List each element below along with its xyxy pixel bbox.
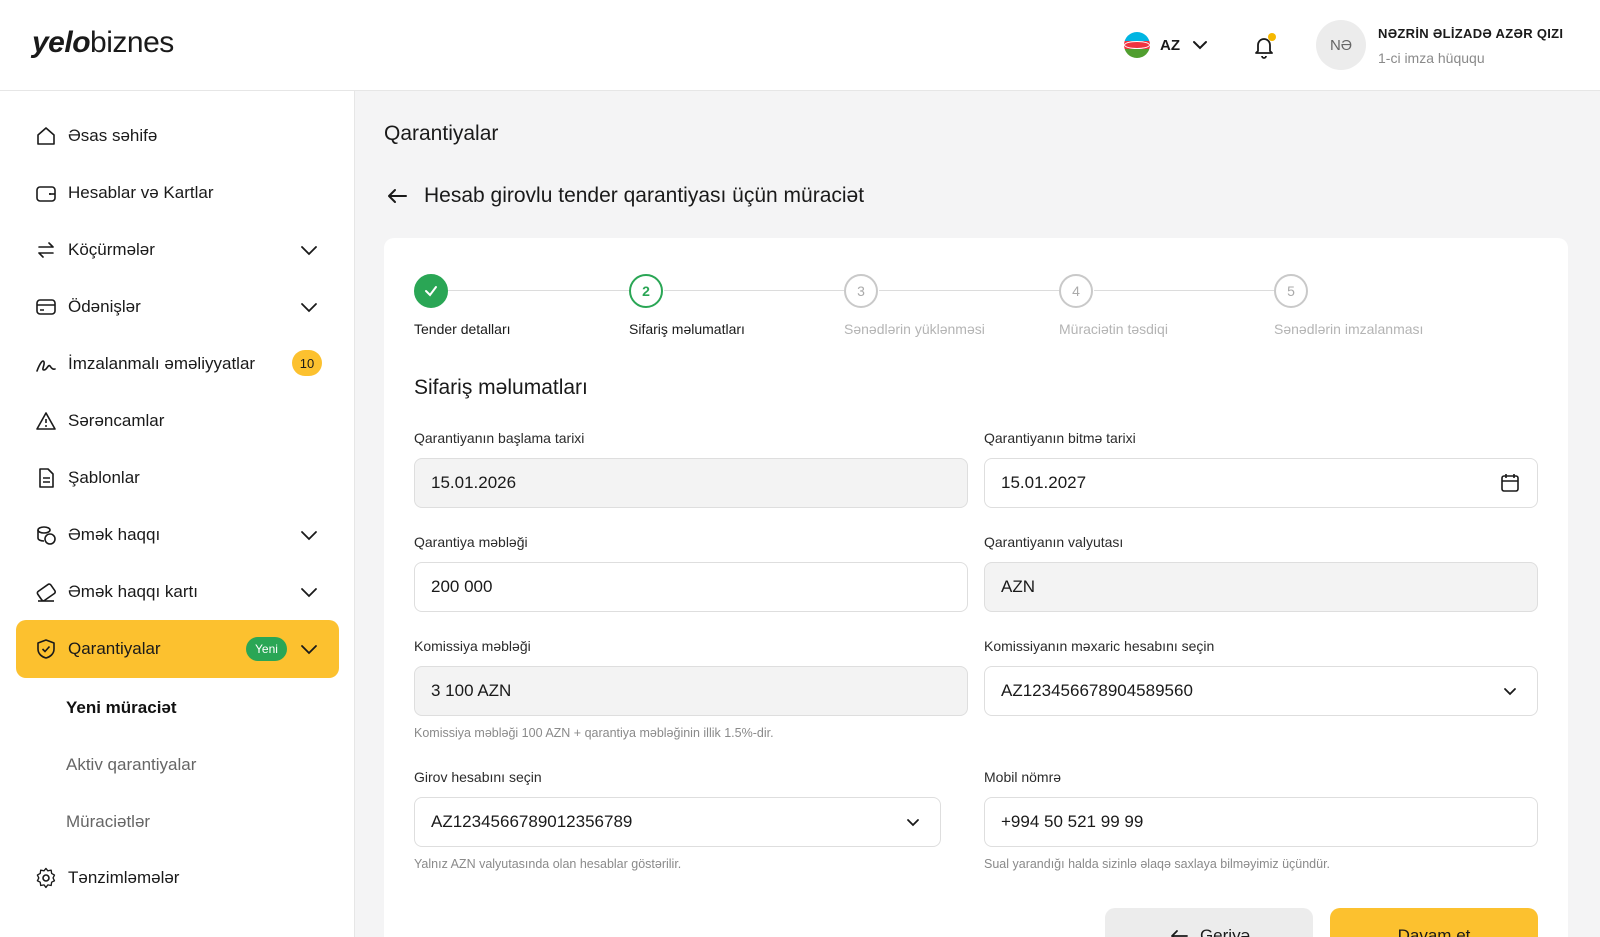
end-date-field[interactable]: 15.01.2027 xyxy=(984,458,1538,508)
chevron-down-icon xyxy=(907,819,919,827)
page-title: Qarantiyalar xyxy=(384,122,499,145)
step-4: 4 Müraciətin təsdiqi xyxy=(1059,274,1168,337)
sidebar-item-templates[interactable]: Şablonlar xyxy=(16,449,339,507)
commission-label: Komissiya məbləği xyxy=(414,638,531,654)
form-header: Hesab girovlu tender qarantiyası üçün mü… xyxy=(384,183,864,209)
application-form-card: Tender detalları 2 Sifariş məlumatları 3… xyxy=(384,238,1568,937)
pending-count-badge: 10 xyxy=(292,350,322,376)
chevron-down-icon xyxy=(301,645,317,655)
sidebar-item-settings[interactable]: Tənzimləmələr xyxy=(16,849,339,907)
currency-label: Qarantiyanın valyutası xyxy=(984,534,1124,550)
sidebar-subitem-new-application[interactable]: Yeni müraciət xyxy=(66,698,177,718)
chevron-down-icon xyxy=(301,303,317,313)
chevron-down-icon xyxy=(1193,41,1207,50)
home-icon xyxy=(34,124,58,148)
chevron-down-icon xyxy=(301,588,317,598)
sidebar-item-salary-card[interactable]: Əmək haqqı kartı xyxy=(16,563,339,621)
arrow-left-icon xyxy=(1171,930,1188,937)
sidebar-item-payments[interactable]: Ödənişlər xyxy=(16,278,339,336)
sidebar: Əsas səhifə Hesablar və Kartlar Köçürməl… xyxy=(0,91,355,937)
coins-icon xyxy=(34,523,58,547)
form-title: Hesab girovlu tender qarantiyası üçün mü… xyxy=(424,184,865,207)
step-3: 3 Sənədlərin yüklənməsi xyxy=(844,274,985,337)
avatar[interactable]: NƏ xyxy=(1316,20,1366,70)
signature-icon xyxy=(34,352,58,376)
pledge-account-select[interactable]: AZ123456678901235​6789 xyxy=(414,797,941,847)
pay-card-icon xyxy=(34,580,58,604)
pledge-account-hint: Yalnız AZN valyutasında olan hesablar gö… xyxy=(414,857,682,871)
gear-icon xyxy=(34,866,58,890)
warning-icon xyxy=(34,409,58,433)
wallet-icon xyxy=(34,181,58,205)
commission-account-select[interactable]: AZ123456678904589560 xyxy=(984,666,1538,716)
end-date-label: Qarantiyanın bitmə tarixi xyxy=(984,430,1136,446)
start-date-label: Qarantiyanın başlama tarixi xyxy=(414,430,585,446)
section-title: Sifariş məlumatları xyxy=(414,376,588,399)
new-badge: Yeni xyxy=(246,637,287,661)
start-date-field[interactable]: 15.01.2026 xyxy=(414,458,968,508)
step-connector xyxy=(879,290,1059,291)
pledge-account-label: Girov hesabını seçin xyxy=(414,769,542,785)
top-header: yelobiznes AZ NƏ NƏZRİN ƏLİZADƏ AZƏR QIZ… xyxy=(0,0,1600,91)
card-icon xyxy=(34,295,58,319)
currency-field: AZN xyxy=(984,562,1538,612)
sidebar-item-transfers[interactable]: Köçürmələr xyxy=(16,221,339,279)
continue-button[interactable]: Davam et xyxy=(1330,908,1538,937)
commission-hint: Komissiya məbləği 100 AZN + qarantiya mə… xyxy=(414,726,774,740)
mobile-hint: Sual yarandığı halda sizinlə əlaqə saxla… xyxy=(984,857,1331,871)
user-name: NƏZRİN ƏLİZADƏ AZƏR QIZI xyxy=(1378,26,1564,41)
chevron-down-icon xyxy=(301,246,317,256)
language-selector[interactable]: AZ xyxy=(1124,32,1210,58)
step-connector xyxy=(1094,290,1274,291)
step-2: 2 Sifariş məlumatları xyxy=(629,274,745,337)
step-connector xyxy=(448,290,630,291)
chevron-down-icon xyxy=(1504,688,1516,696)
step-connector xyxy=(664,290,844,291)
mobile-input[interactable]: +994 50 521 99 99 xyxy=(984,797,1538,847)
commission-field: 3 100 AZN xyxy=(414,666,968,716)
check-icon xyxy=(414,274,448,308)
notification-dot xyxy=(1268,33,1276,41)
sidebar-item-salary[interactable]: Əmək haqqı xyxy=(16,506,339,564)
shield-icon xyxy=(34,637,58,661)
sidebar-item-pending-signatures[interactable]: İmzalanmalı əməliyyatlar 10 xyxy=(16,335,339,393)
back-button[interactable]: Geriyə xyxy=(1105,908,1313,937)
sidebar-item-guarantees[interactable]: Qarantiyalar Yeni xyxy=(16,620,339,678)
mobile-label: Mobil nömrə xyxy=(984,769,1062,785)
chevron-down-icon xyxy=(301,531,317,541)
step-1: Tender detalları xyxy=(414,274,511,337)
amount-input[interactable]: 200 000 xyxy=(414,562,968,612)
notification-bell-icon[interactable] xyxy=(1250,32,1278,60)
yelo-biznes-logo[interactable]: yelobiznes xyxy=(32,26,174,60)
user-role: 1-ci imza hüququ xyxy=(1378,50,1485,66)
step-5: 5 Sənədlərin imzalanması xyxy=(1274,274,1423,337)
arrow-left-icon[interactable] xyxy=(384,183,410,209)
amount-label: Qarantiya məbləği xyxy=(414,534,528,550)
commission-account-label: Komissiyanın məxaric hesabını seçin xyxy=(984,638,1215,654)
sidebar-item-home[interactable]: Əsas səhifə xyxy=(16,107,339,165)
sidebar-subitem-active-guarantees[interactable]: Aktiv qarantiyalar xyxy=(66,755,196,775)
document-icon xyxy=(34,466,58,490)
sidebar-subitem-applications[interactable]: Müraciətlər xyxy=(66,812,150,832)
sidebar-item-orders[interactable]: Sərəncamlar xyxy=(16,392,339,450)
azerbaijan-flag-icon xyxy=(1124,32,1150,58)
calendar-icon[interactable] xyxy=(1499,472,1521,494)
language-code: AZ xyxy=(1160,36,1180,54)
sidebar-item-accounts[interactable]: Hesablar və Kartlar xyxy=(16,164,339,222)
transfer-icon xyxy=(34,238,58,262)
